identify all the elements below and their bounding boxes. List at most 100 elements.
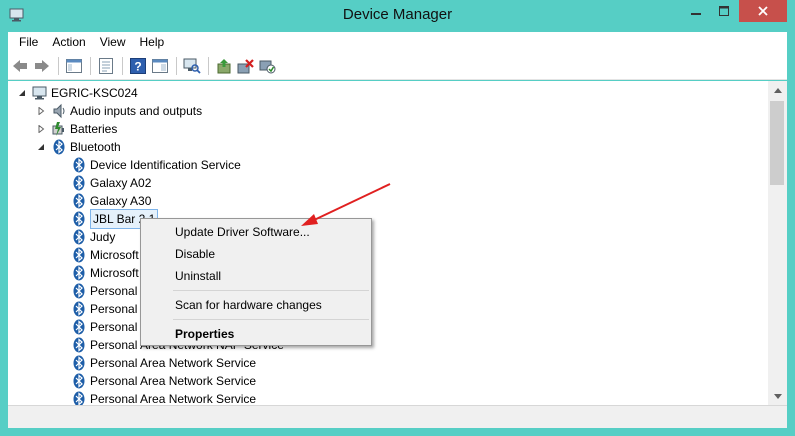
context-scan-hardware[interactable]: Scan for hardware changes xyxy=(175,295,322,315)
uninstall-device-icon xyxy=(237,59,254,74)
toolbar: ? xyxy=(8,52,787,80)
device-label: Device Identification Service xyxy=(90,158,241,172)
bluetooth-device-item[interactable]: Galaxy A02 xyxy=(71,174,151,192)
device-label: Galaxy A02 xyxy=(90,176,152,190)
toolbar-separator xyxy=(90,57,91,75)
bluetooth-device-item[interactable]: Personal xyxy=(71,318,137,336)
menu-view[interactable]: View xyxy=(93,32,133,52)
context-menu: Update Driver Software... Disable Uninst… xyxy=(140,218,372,346)
context-disable[interactable]: Disable xyxy=(175,244,215,264)
device-label: Personal xyxy=(90,284,138,298)
tree-category-bluetooth[interactable]: Bluetooth xyxy=(36,138,121,156)
collapse-arrow-icon[interactable] xyxy=(36,142,46,152)
menu-action[interactable]: Action xyxy=(45,32,92,52)
device-label: Personal Area Network Service xyxy=(90,392,257,405)
context-properties[interactable]: Properties xyxy=(175,324,234,344)
window-title: Device Manager xyxy=(342,6,453,23)
update-driver-icon xyxy=(217,59,231,74)
update-driver-toolbar-button[interactable] xyxy=(214,57,234,75)
bluetooth-device-item[interactable]: Galaxy A30 xyxy=(71,192,151,210)
console-tree-icon xyxy=(66,59,82,73)
bluetooth-device-item[interactable]: Microsoft xyxy=(71,246,139,264)
expand-arrow-icon[interactable] xyxy=(36,124,46,134)
menu-help[interactable]: Help xyxy=(133,32,172,52)
tree-category-label: Batteries xyxy=(70,122,118,136)
scroll-up-button[interactable] xyxy=(768,81,787,99)
action-pane-icon xyxy=(152,59,168,73)
bluetooth-icon xyxy=(71,373,87,389)
bluetooth-icon xyxy=(51,139,67,155)
menu-file[interactable]: File xyxy=(12,32,45,52)
vertical-scrollbar[interactable] xyxy=(768,81,787,405)
tree-category-batteries[interactable]: Batteries xyxy=(36,120,117,138)
collapse-arrow-icon[interactable] xyxy=(17,88,27,98)
context-separator xyxy=(173,319,369,320)
battery-icon xyxy=(51,121,67,137)
help-toolbar-button[interactable]: ? xyxy=(128,57,148,75)
maximize-icon xyxy=(719,6,729,16)
title-bar[interactable]: Device Manager xyxy=(0,0,795,32)
bluetooth-device-item[interactable]: Personal Area Network Service xyxy=(71,372,256,390)
device-label: Personal xyxy=(90,320,138,334)
device-label: Personal xyxy=(90,302,138,316)
bluetooth-icon xyxy=(71,355,87,371)
bluetooth-icon xyxy=(71,175,87,191)
properties-toolbar-button[interactable] xyxy=(96,57,116,75)
tree-category-label: Audio inputs and outputs xyxy=(70,104,203,118)
bluetooth-icon xyxy=(71,193,87,209)
tree-category-audio[interactable]: Audio inputs and outputs xyxy=(36,102,202,120)
context-update-driver[interactable]: Update Driver Software... xyxy=(175,222,310,242)
toolbar-separator xyxy=(176,57,177,75)
bluetooth-icon xyxy=(71,265,87,281)
device-label: Personal Area Network Service xyxy=(90,356,257,370)
svg-text:?: ? xyxy=(134,60,141,74)
chevron-up-icon xyxy=(773,87,782,93)
uninstall-device-toolbar-button[interactable] xyxy=(236,57,256,75)
toolbar-separator xyxy=(122,57,123,75)
bluetooth-device-item[interactable]: Personal Area Network Service xyxy=(71,354,256,372)
bluetooth-icon xyxy=(71,157,87,173)
action-pane-button[interactable] xyxy=(150,57,170,75)
bluetooth-icon xyxy=(71,319,87,335)
device-label: Judy xyxy=(90,230,116,244)
close-icon xyxy=(758,6,768,16)
tree-root-label: EGRIC-KSC024 xyxy=(51,86,138,100)
device-label: Personal Area Network Service xyxy=(90,374,257,388)
device-tree: EGRIC-KSC024 Audio inputs and outputs Ba… xyxy=(8,81,768,405)
device-label: Microsoft xyxy=(90,266,139,280)
bluetooth-device-item[interactable]: Judy xyxy=(71,228,115,246)
bluetooth-icon xyxy=(71,391,87,405)
forward-button[interactable] xyxy=(32,57,52,75)
bluetooth-device-item[interactable]: Personal xyxy=(71,300,137,318)
scroll-down-button[interactable] xyxy=(768,387,787,405)
bluetooth-icon xyxy=(71,283,87,299)
bluetooth-icon xyxy=(71,229,87,245)
enable-device-toolbar-button[interactable] xyxy=(258,57,278,75)
bluetooth-device-item[interactable]: Personal Area Network Service xyxy=(71,390,256,405)
scroll-thumb[interactable] xyxy=(770,101,784,185)
maximize-button[interactable] xyxy=(710,0,738,22)
show-hide-console-tree-button[interactable] xyxy=(64,57,84,75)
toolbar-separator xyxy=(208,57,209,75)
bluetooth-device-item[interactable]: Device Identification Service xyxy=(71,156,241,174)
toolbar-separator xyxy=(58,57,59,75)
enable-device-icon xyxy=(259,60,276,74)
tree-root[interactable]: EGRIC-KSC024 xyxy=(17,84,138,102)
context-uninstall[interactable]: Uninstall xyxy=(175,266,221,286)
help-icon: ? xyxy=(130,58,146,74)
device-label: Microsoft xyxy=(90,248,139,262)
properties-sheet-icon xyxy=(99,58,113,74)
back-button[interactable] xyxy=(10,57,30,75)
back-arrow-icon xyxy=(13,60,27,72)
scan-hardware-button[interactable] xyxy=(182,57,202,75)
bluetooth-icon xyxy=(71,301,87,317)
expand-arrow-icon[interactable] xyxy=(36,106,46,116)
bluetooth-device-item[interactable]: Microsoft xyxy=(71,264,139,282)
bluetooth-device-item[interactable]: Personal xyxy=(71,282,137,300)
speaker-icon xyxy=(51,103,67,119)
tree-category-label: Bluetooth xyxy=(70,140,121,154)
context-separator xyxy=(173,290,369,291)
bluetooth-icon xyxy=(71,337,87,353)
minimize-button[interactable] xyxy=(682,0,710,22)
close-button[interactable] xyxy=(739,0,787,22)
